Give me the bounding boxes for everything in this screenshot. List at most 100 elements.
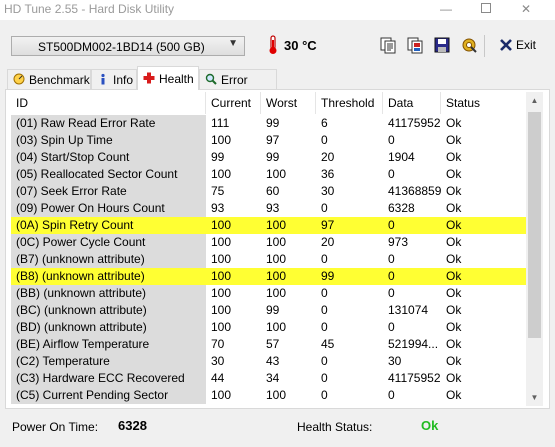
cell-worst: 100: [266, 235, 287, 249]
copy-text-icon[interactable]: [379, 36, 397, 54]
table-row[interactable]: (0C) Power Cycle Count 100 100 20 973 Ok: [11, 234, 526, 251]
table-row[interactable]: (BB) (unknown attribute) 100 100 0 0 Ok: [11, 285, 526, 302]
table-row[interactable]: (09) Power On Hours Count 93 93 0 6328 Ok: [11, 200, 526, 217]
cell-threshold: 0: [321, 201, 328, 215]
cell-data: 973: [388, 235, 409, 249]
cell-data: 0: [388, 252, 395, 266]
status-bar: Power On Time: 6328 Health Status: Ok: [0, 410, 555, 447]
cell-current: 75: [211, 184, 225, 198]
error-scan-icon: [205, 73, 217, 85]
cell-data: 41175952: [388, 116, 441, 130]
benchmark-icon: [13, 73, 25, 85]
cell-worst: 99: [266, 150, 280, 164]
cell-data: 0: [388, 286, 395, 300]
table-header: ID Current Worst Threshold Data Status: [11, 92, 526, 114]
table-row[interactable]: (05) Reallocated Sector Count 100 100 36 0 Ok: [11, 166, 526, 183]
column-header-id[interactable]: ID: [11, 92, 206, 114]
maximize-button[interactable]: [466, 0, 506, 20]
cell-id: (04) Start/Stop Count: [11, 149, 206, 166]
cell-current: 44: [211, 371, 225, 385]
cell-status: Ok: [446, 269, 462, 283]
cell-worst: 100: [266, 218, 287, 232]
info-icon: [101, 73, 105, 85]
scroll-up-icon[interactable]: ▲: [526, 92, 543, 109]
vertical-scrollbar[interactable]: ▲ ▼: [526, 92, 543, 406]
chevron-down-icon: ▼: [228, 38, 238, 49]
cell-current: 100: [211, 167, 232, 181]
cell-threshold: 0: [321, 286, 328, 300]
column-header-status[interactable]: Status: [441, 92, 526, 114]
cell-current: 70: [211, 337, 225, 351]
table-row[interactable]: (0A) Spin Retry Count 100 100 97 0 Ok: [11, 217, 526, 234]
table-row[interactable]: (B7) (unknown attribute) 100 100 0 0 Ok: [11, 251, 526, 268]
cell-worst: 97: [266, 133, 280, 147]
cell-threshold: 0: [321, 388, 328, 402]
column-header-data[interactable]: Data: [383, 92, 441, 114]
cell-data: 131074: [388, 303, 429, 317]
tab-health[interactable]: Health: [137, 66, 199, 90]
power-on-time-label: Power On Time:: [12, 420, 99, 434]
table-row[interactable]: (07) Seek Error Rate 75 60 30 41368859 Ok: [11, 183, 526, 200]
cell-current: 93: [211, 201, 225, 215]
temperature-value: 30 °C: [284, 38, 317, 53]
minimize-button[interactable]: —: [426, 0, 466, 20]
cell-status: Ok: [446, 133, 462, 147]
cell-data: 41175952: [388, 371, 441, 385]
tab-info[interactable]: Info: [91, 69, 137, 89]
cell-id: (B7) (unknown attribute): [11, 251, 206, 268]
cell-id: (C2) Temperature: [11, 353, 206, 370]
column-header-worst[interactable]: Worst: [261, 92, 316, 114]
cell-threshold: 0: [321, 371, 328, 385]
column-header-current[interactable]: Current: [206, 92, 261, 114]
cell-threshold: 45: [321, 337, 335, 351]
table-row[interactable]: (BC) (unknown attribute) 100 99 0 131074 Ok: [11, 302, 526, 319]
cell-worst: 100: [266, 167, 287, 181]
cell-current: 100: [211, 269, 232, 283]
cell-threshold: 0: [321, 303, 328, 317]
drive-select[interactable]: ST500DM002-1BD14 (500 GB) ▼: [11, 36, 245, 56]
table-row[interactable]: (C3) Hardware ECC Recovered 44 34 0 41175952…: [11, 370, 526, 387]
cell-worst: 34: [266, 371, 280, 385]
options-icon[interactable]: [460, 36, 478, 54]
table-body: (01) Raw Read Error Rate 111 99 6 41175952 Ok…: [11, 115, 526, 404]
toolbar-separator: [484, 35, 485, 57]
cell-status: Ok: [446, 337, 462, 351]
table-row[interactable]: (B8) (unknown attribute) 100 100 99 0 Ok: [11, 268, 526, 285]
close-button[interactable]: ✕: [506, 0, 546, 20]
cell-id: (BB) (unknown attribute): [11, 285, 206, 302]
cell-status: Ok: [446, 371, 462, 385]
exit-icon: [500, 39, 512, 51]
cell-current: 111: [211, 116, 230, 130]
cell-threshold: 99: [321, 269, 335, 283]
table-row[interactable]: (BE) Airflow Temperature 70 57 45 521994... O…: [11, 336, 526, 353]
cell-status: Ok: [446, 320, 462, 334]
cell-status: Ok: [446, 388, 462, 402]
cell-status: Ok: [446, 286, 462, 300]
column-header-threshold[interactable]: Threshold: [316, 92, 383, 114]
table-row[interactable]: (03) Spin Up Time 100 97 0 0 Ok: [11, 132, 526, 149]
cell-threshold: 20: [321, 150, 335, 164]
tab-error-scan[interactable]: Error Scan: [199, 69, 277, 101]
cell-worst: 60: [266, 184, 280, 198]
table-row[interactable]: (C5) Current Pending Sector 100 100 0 0 Ok: [11, 387, 526, 404]
cell-worst: 100: [266, 269, 287, 283]
power-on-time-value: 6328: [118, 418, 147, 433]
save-icon[interactable]: [433, 36, 451, 54]
tab-label: Benchmark: [29, 73, 90, 87]
cell-worst: 99: [266, 303, 280, 317]
cell-status: Ok: [446, 303, 462, 317]
table-row[interactable]: (04) Start/Stop Count 99 99 20 1904 Ok: [11, 149, 526, 166]
cell-id: (09) Power On Hours Count: [11, 200, 206, 217]
table-row[interactable]: (BD) (unknown attribute) 100 100 0 0 Ok: [11, 319, 526, 336]
cell-id: (0C) Power Cycle Count: [11, 234, 206, 251]
scroll-thumb[interactable]: [528, 112, 541, 338]
cell-threshold: 0: [321, 252, 328, 266]
scroll-down-icon[interactable]: ▼: [526, 389, 543, 406]
tab-benchmark[interactable]: Benchmark: [7, 69, 91, 89]
cell-data: 0: [388, 320, 395, 334]
copy-screenshot-icon[interactable]: [406, 36, 424, 54]
cell-threshold: 20: [321, 235, 335, 249]
cell-current: 100: [211, 218, 232, 232]
table-row[interactable]: (01) Raw Read Error Rate 111 99 6 41175952 Ok: [11, 115, 526, 132]
table-row[interactable]: (C2) Temperature 30 43 0 30 Ok: [11, 353, 526, 370]
